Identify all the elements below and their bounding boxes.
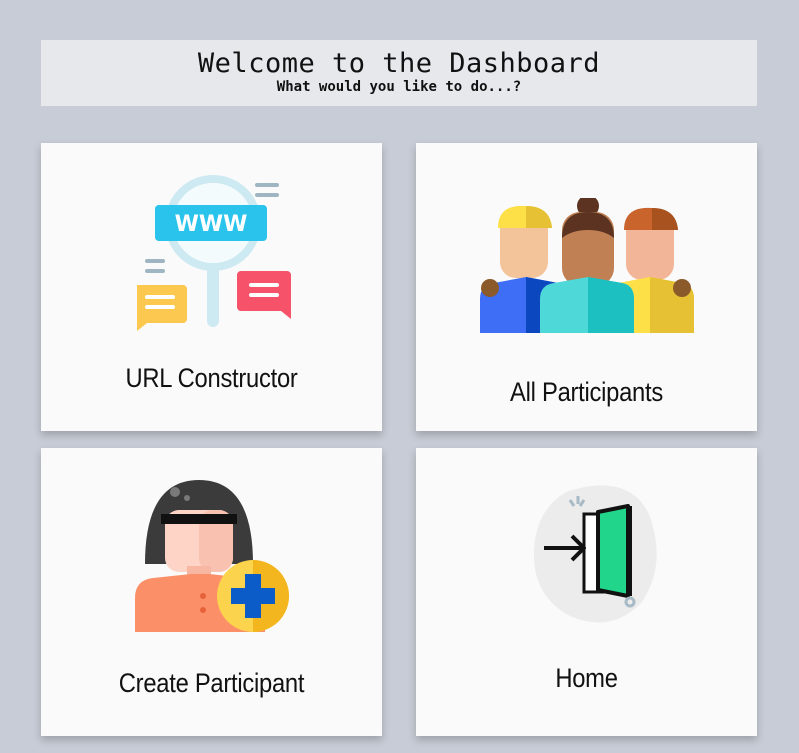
www-text: WWW <box>175 212 248 237</box>
home-label: Home <box>555 663 618 693</box>
page-title: Welcome to the Dashboard <box>197 48 601 79</box>
url-constructor-label: URL Constructor <box>125 363 298 393</box>
url-search-icon: WWW <box>137 175 291 331</box>
all-participants-card[interactable]: All Participants <box>416 143 757 431</box>
all-participants-label: All Participants <box>510 377 663 407</box>
home-card[interactable]: Home <box>416 448 757 736</box>
exit-door-icon <box>533 485 657 623</box>
create-participant-card[interactable]: Create Participant <box>41 448 382 736</box>
page-subtitle: What would you like to do...? <box>276 79 522 95</box>
dashboard-header: Welcome to the Dashboard What would you … <box>41 40 757 106</box>
url-constructor-card[interactable]: WWW URL Constructor <box>41 143 382 431</box>
participants-group-icon <box>480 198 694 333</box>
add-participant-icon <box>135 480 289 632</box>
create-participant-label: Create Participant <box>118 668 305 698</box>
